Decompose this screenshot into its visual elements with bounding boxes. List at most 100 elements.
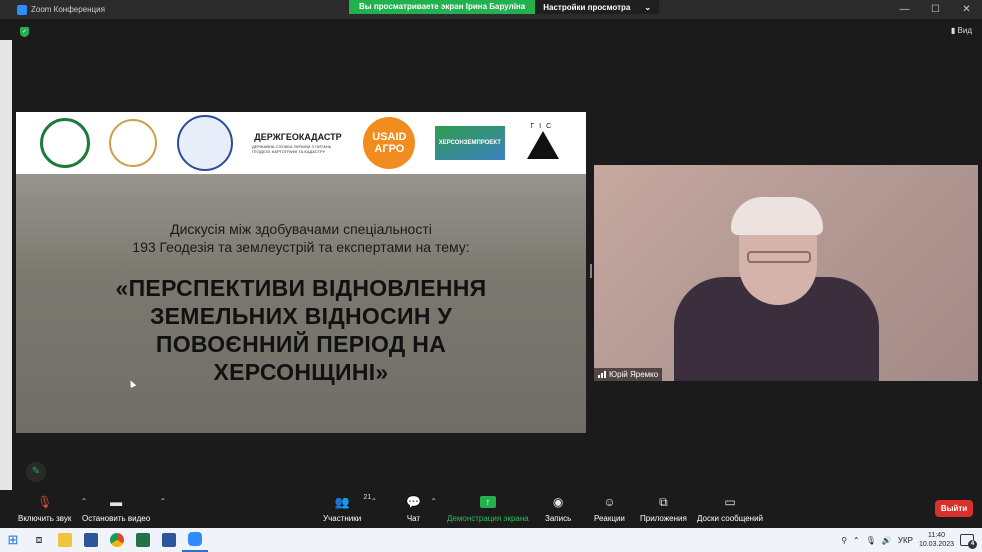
khersonzemproekt-text: ХЕРСОНЗЕМПРОЕКТ	[438, 140, 501, 146]
view-button[interactable]: ▮ Вид	[951, 26, 972, 35]
smiley-plus-icon: ☺	[603, 495, 616, 509]
view-options-label: Настройки просмотра	[543, 2, 631, 12]
gis-logo: ГІС	[524, 123, 562, 163]
derzhgeokadastr-text: ДЕРЖГЕОКАДАСТР	[254, 132, 342, 142]
language-indicator[interactable]: УКР	[898, 536, 913, 545]
khersonzemproekt-logo: ХЕРСОНЗЕМПРОЕКТ	[434, 126, 505, 160]
word-icon	[162, 533, 176, 547]
participants-button[interactable]: 👥 Участники 21 ⌃	[323, 494, 377, 523]
share-screen-button[interactable]: ↑ Демонстрация экрана	[447, 494, 529, 523]
record-label: Запись	[545, 514, 572, 523]
usaid-text: USAID	[372, 131, 407, 143]
participant-video[interactable]: Юрій Яремко	[594, 165, 978, 381]
viewing-screen-label: Вы просматриваете экран Ірина Баруліна	[349, 0, 536, 14]
record-icon: ◉	[552, 495, 564, 509]
stop-video-button[interactable]: ▬ Остановить видео ⌃	[82, 494, 166, 523]
grid-icon: ▮	[950, 26, 958, 35]
minimize-button[interactable]: —	[889, 0, 920, 19]
taskbar-word-2[interactable]	[156, 528, 182, 552]
people-icon[interactable]: ⚲	[841, 536, 847, 545]
whiteboards-button[interactable]: ▭ Доски сообщений	[697, 494, 763, 523]
apps-icon: ⧉	[659, 494, 668, 509]
close-button[interactable]: ✕	[951, 0, 982, 19]
zoom-window: Zoom Конференция Вы просматриваете экран…	[0, 0, 982, 528]
university-logo-icon	[39, 118, 90, 168]
taskbar-excel[interactable]	[130, 528, 156, 552]
meeting-toolbar: 🎙 Включить звук ⌃ ▬ Остановить видео ⌃ 👥…	[0, 490, 982, 528]
windows-taskbar: ⊞ ⧈ ⚲ ⌃ 🎙 🔊 УКР 11:40 10.03.2023 4	[0, 528, 982, 552]
derzhgeokadastr-logo: ДЕРЖГЕОКАДАСТР ДЕРЖАВНА СЛУЖБА УКРАЇНИ З…	[252, 123, 344, 163]
participants-chevron-icon[interactable]: ⌃	[371, 497, 378, 506]
taskbar-word-1[interactable]	[78, 528, 104, 552]
taskbar-explorer[interactable]	[52, 528, 78, 552]
clock[interactable]: 11:40 10.03.2023	[919, 531, 954, 549]
folder-icon	[58, 533, 72, 547]
reactions-button[interactable]: ☺ Реакции	[594, 494, 625, 523]
apps-label: Приложения	[640, 514, 687, 523]
signal-bars-icon	[598, 371, 606, 378]
slide-headline: «ПЕРСПЕКТИВИ ВІДНОВЛЕННЯ ЗЕМЕЛЬНИХ ВІДНО…	[115, 275, 487, 385]
stop-video-label: Остановить видео	[82, 514, 151, 523]
gis-text: ГІС	[530, 123, 557, 130]
security-shield-icon[interactable]: ✓	[20, 27, 29, 37]
video-camera-icon: ▬	[110, 495, 123, 509]
chat-button[interactable]: 💬 Чат ⌃	[406, 494, 437, 523]
window-title: Zoom Конференция	[31, 5, 105, 14]
subtitle-line-2: 193 Геодезія та землеустрій та експертам…	[132, 239, 470, 255]
taskbar-zoom[interactable]	[182, 528, 208, 552]
clock-date: 10.03.2023	[918, 541, 954, 548]
annotate-pen-icon[interactable]: ✎	[26, 462, 46, 482]
usaid-agro-logo: USAID АГРО	[363, 117, 416, 169]
notification-count: 4	[968, 540, 977, 549]
ksau-logo-icon	[109, 119, 158, 167]
clock-time: 11:40	[927, 532, 945, 539]
start-button[interactable]: ⊞	[0, 528, 26, 552]
volume-icon[interactable]: 🔊	[882, 536, 892, 545]
leave-button[interactable]: Выйти	[935, 500, 973, 517]
microphone-icon[interactable]: 🎙	[866, 536, 876, 545]
system-tray: ⚲ ⌃ 🎙 🔊 УКР 11:40 10.03.2023 4	[841, 528, 982, 552]
participant-name: Юрій Яремко	[609, 370, 659, 379]
zoom-icon	[188, 532, 202, 546]
view-label: Вид	[957, 26, 972, 35]
unmute-button[interactable]: 🎙 Включить звук ⌃	[18, 494, 87, 523]
whiteboard-icon: ▭	[724, 495, 736, 509]
panel-splitter-handle[interactable]	[590, 264, 592, 278]
share-banner: Вы просматриваете экран Ірина Баруліна Н…	[349, 0, 660, 14]
chat-bubble-icon: 💬	[406, 495, 421, 509]
word-icon	[84, 533, 98, 547]
chevron-up-icon[interactable]: ⌃	[853, 536, 860, 545]
faculty-logo-icon	[176, 115, 233, 171]
taskbar-chrome[interactable]	[104, 528, 130, 552]
apps-button[interactable]: ⧉ Приложения	[640, 494, 687, 524]
derzhgeokadastr-subtext: ДЕРЖАВНА СЛУЖБА УКРАЇНИ З ПИТАНЬ ГЕОДЕЗІ…	[251, 144, 332, 154]
glasses	[747, 251, 811, 263]
notification-center-icon[interactable]: 4	[960, 534, 977, 549]
shared-screen-left-strip	[0, 40, 12, 510]
shared-slide: ДЕРЖГЕОКАДАСТР ДЕРЖАВНА СЛУЖБА УКРАЇНИ З…	[16, 112, 586, 433]
chat-label: Чат	[406, 514, 421, 523]
participant-hair	[731, 197, 823, 235]
chevron-down-icon: ⌄	[644, 2, 652, 12]
whiteboards-label: Доски сообщений	[697, 514, 764, 523]
chat-chevron-icon[interactable]: ⌃	[430, 497, 437, 506]
zoom-logo-icon	[17, 4, 27, 15]
view-options-button[interactable]: Настройки просмотра ⌄	[535, 0, 660, 14]
video-options-chevron-icon[interactable]: ⌃	[159, 497, 166, 506]
triangle-icon	[527, 131, 560, 159]
share-screen-icon: ↑	[479, 494, 496, 510]
task-view-icon: ⧈	[35, 533, 43, 546]
maximize-button[interactable]: ☐	[920, 0, 951, 19]
agro-text: АГРО	[374, 143, 405, 155]
participants-label: Участники	[323, 514, 362, 523]
slide-logo-row: ДЕРЖГЕОКАДАСТР ДЕРЖАВНА СЛУЖБА УКРАЇНИ З…	[16, 112, 586, 174]
window-controls: — ☐ ✕	[889, 0, 982, 19]
record-button[interactable]: ◉ Запись	[545, 494, 571, 523]
muted-microphone-icon: 🎙	[37, 495, 53, 509]
subtitle-line-1: Дискусія між здобувачами спеціальності	[170, 221, 432, 237]
excel-icon	[136, 533, 150, 547]
task-view-button[interactable]: ⧈	[26, 528, 52, 552]
share-screen-label: Демонстрация экрана	[447, 514, 529, 523]
chrome-icon	[110, 533, 124, 547]
windows-logo-icon: ⊞	[7, 532, 19, 547]
